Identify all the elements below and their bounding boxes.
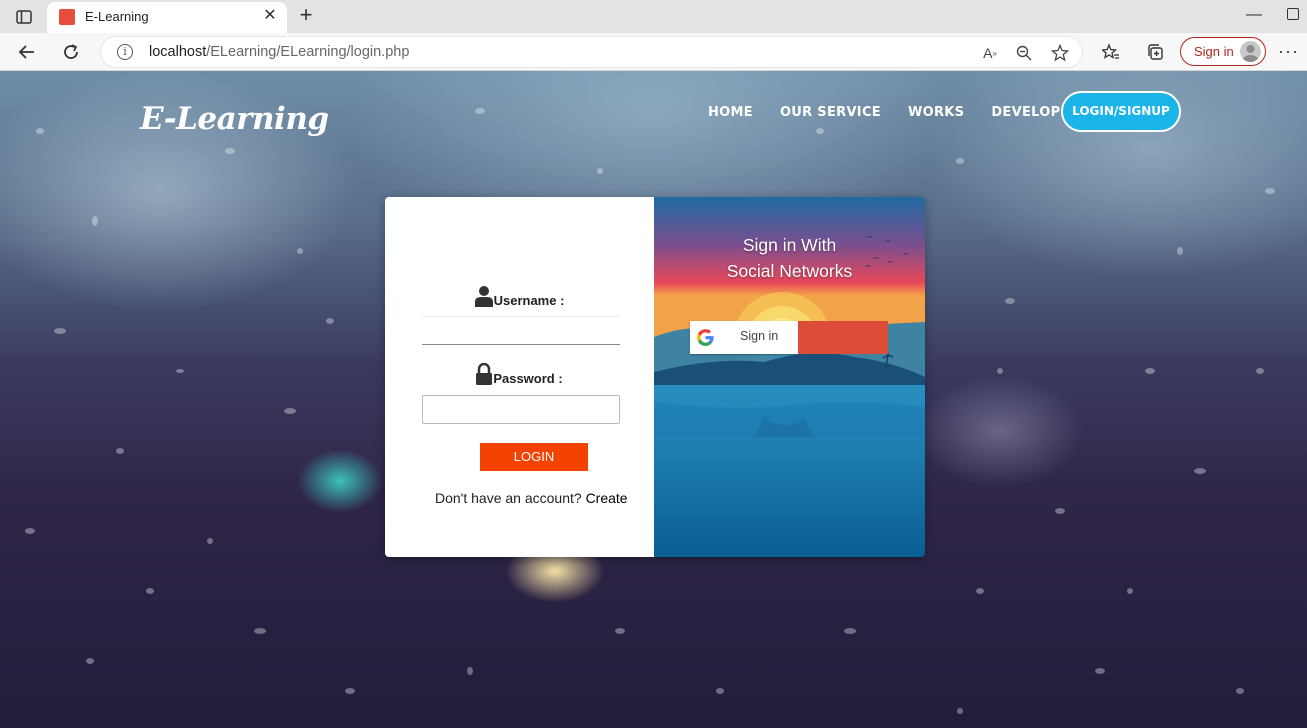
nav-our-service[interactable]: OUR SERVICE bbox=[780, 105, 881, 120]
main-nav: HOME OUR SERVICE WORKS DEVELOPER bbox=[708, 105, 1107, 120]
new-tab-button[interactable]: + bbox=[294, 4, 318, 28]
browser-tab-bar: E-Learning ✕ + — bbox=[0, 0, 1307, 33]
social-login-panel: Sign in With Social Networks Sign in bbox=[654, 197, 925, 557]
favicon-icon bbox=[59, 9, 75, 25]
browser-toolbar: i localhost/ELearning/ELearning/login.ph… bbox=[0, 33, 1307, 71]
browser-tab[interactable]: E-Learning ✕ bbox=[47, 2, 287, 33]
login-form: Username : Password : LOGIN Don't have a… bbox=[385, 197, 654, 557]
google-icon bbox=[697, 329, 714, 346]
zoom-out-icon[interactable] bbox=[1013, 42, 1035, 64]
social-title-line1: Sign in With bbox=[742, 235, 837, 255]
refresh-icon[interactable] bbox=[58, 39, 84, 65]
password-label: Password : bbox=[493, 371, 563, 386]
nav-works[interactable]: WORKS bbox=[908, 105, 964, 120]
google-button-accent[interactable] bbox=[798, 321, 888, 354]
profile-sign-in-label: Sign in bbox=[1194, 44, 1234, 59]
username-label-row: Username : bbox=[385, 285, 654, 310]
more-options-icon[interactable]: ··· bbox=[1278, 41, 1299, 62]
username-label: Username : bbox=[493, 293, 565, 308]
social-title-line2: Social Networks bbox=[726, 261, 853, 281]
user-icon bbox=[474, 285, 493, 310]
back-icon[interactable] bbox=[14, 39, 40, 65]
restore-icon[interactable] bbox=[1287, 8, 1299, 20]
google-sign-in-button[interactable]: Sign in bbox=[690, 321, 798, 354]
avatar-icon bbox=[1240, 41, 1261, 62]
favorites-icon[interactable] bbox=[1098, 39, 1124, 65]
add-favorite-icon[interactable] bbox=[1049, 42, 1071, 64]
nav-home[interactable]: HOME bbox=[708, 105, 753, 120]
collections-icon[interactable] bbox=[1142, 39, 1168, 65]
tab-title: E-Learning bbox=[85, 9, 149, 24]
username-input[interactable] bbox=[422, 316, 620, 345]
url-text[interactable]: localhost/ELearning/ELearning/login.php bbox=[149, 44, 409, 60]
login-button[interactable]: LOGIN bbox=[480, 443, 588, 471]
lock-icon bbox=[476, 362, 493, 388]
google-sign-in-label: Sign in bbox=[740, 329, 779, 343]
tab-actions-icon[interactable] bbox=[10, 6, 38, 28]
site-info-icon[interactable]: i bbox=[117, 44, 133, 60]
password-label-row: Password : bbox=[385, 362, 654, 388]
profile-sign-in-button[interactable]: Sign in bbox=[1180, 37, 1266, 66]
address-bar[interactable]: i localhost/ELearning/ELearning/login.ph… bbox=[100, 36, 1083, 68]
site-logo[interactable]: E-Learning bbox=[140, 101, 329, 137]
login-card: Username : Password : LOGIN Don't have a… bbox=[385, 197, 925, 557]
read-aloud-icon[interactable]: A» bbox=[979, 42, 1001, 64]
signup-prompt: Don't have an account? bbox=[435, 490, 582, 506]
create-account-link[interactable]: Create bbox=[586, 490, 628, 506]
login-signup-button[interactable]: LOGIN/SIGNUP bbox=[1061, 91, 1181, 132]
minimize-icon[interactable]: — bbox=[1246, 6, 1262, 24]
signup-prompt-row: Don't have an account? Create bbox=[435, 490, 628, 506]
password-input[interactable] bbox=[422, 395, 620, 424]
close-tab-icon[interactable]: ✕ bbox=[261, 7, 279, 25]
page-background: E-Learning HOME OUR SERVICE WORKS DEVELO… bbox=[0, 71, 1307, 728]
